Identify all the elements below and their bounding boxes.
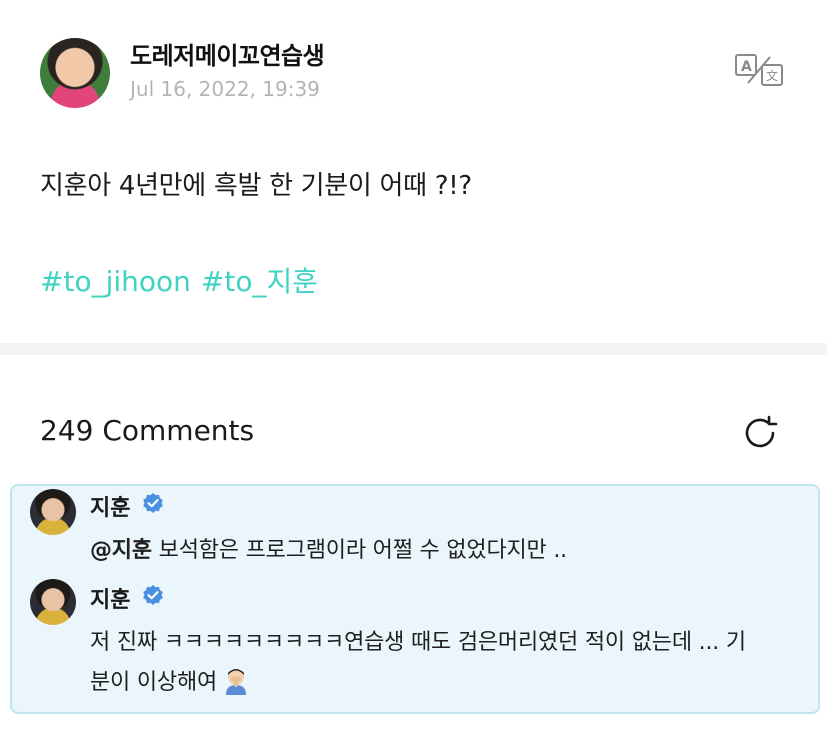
comment-text: 저 진짜 ㅋㅋㅋㅋㅋㅋㅋㅋㅋ연습생 때도 검은머리였던 적이 없는데 ... 기… xyxy=(90,623,790,703)
hashtag-link[interactable]: #to_jihoon xyxy=(40,265,191,298)
verified-badge-icon xyxy=(143,493,163,513)
commenter-avatar[interactable] xyxy=(30,579,76,625)
hashtag-link[interactable]: #to_지훈 xyxy=(201,265,318,298)
svg-text:A: A xyxy=(741,59,752,75)
author-avatar[interactable] xyxy=(40,38,110,108)
post-date: Jul 16, 2022, 19:39 xyxy=(130,77,320,101)
commenter-name[interactable]: 지훈 xyxy=(90,490,130,522)
comment-line-last: 분이 이상해여 xyxy=(90,663,790,703)
comment-line-text: 분이 이상해여 xyxy=(90,670,218,695)
svg-text:文: 文 xyxy=(766,68,778,83)
commenter-name[interactable]: 지훈 xyxy=(90,582,130,614)
refresh-icon xyxy=(745,415,778,448)
post-text: 지훈아 4년만에 흑발 한 기분이 어때 ?!? xyxy=(40,171,472,201)
section-divider xyxy=(0,343,827,355)
person-facepalming-icon xyxy=(226,669,247,695)
comments-count: 249 Comments xyxy=(40,414,255,447)
comment-body: 보석함은 프로그램이라 어쩔 수 없었다지만 .. xyxy=(151,538,567,563)
translate-button[interactable]: A 文 xyxy=(734,53,784,87)
hashtag-list: #to_jihoon #to_지훈 xyxy=(40,260,328,300)
comment-line: 저 진짜 ㅋㅋㅋㅋㅋㅋㅋㅋㅋ연습생 때도 검은머리였던 적이 없는데 ... 기 xyxy=(90,630,746,655)
translate-icon: A 文 xyxy=(735,54,783,86)
author-name[interactable]: 도레저메이꼬연습생 xyxy=(130,36,325,71)
commenter-avatar[interactable] xyxy=(30,489,76,535)
mention-link[interactable]: @지훈 xyxy=(90,538,152,563)
comment-text: @지훈 보석함은 프로그램이라 어쩔 수 없었다지만 .. xyxy=(90,531,567,571)
verified-badge-icon xyxy=(143,585,163,605)
post-card: 도레저메이꼬연습생 Jul 16, 2022, 19:39 A 文 지훈아 4년… xyxy=(0,0,827,343)
comment-thread: 지훈 @지훈 보석함은 프로그램이라 어쩔 수 없었다지만 .. 지훈 저 진짜… xyxy=(10,484,820,714)
refresh-button[interactable] xyxy=(740,413,780,453)
